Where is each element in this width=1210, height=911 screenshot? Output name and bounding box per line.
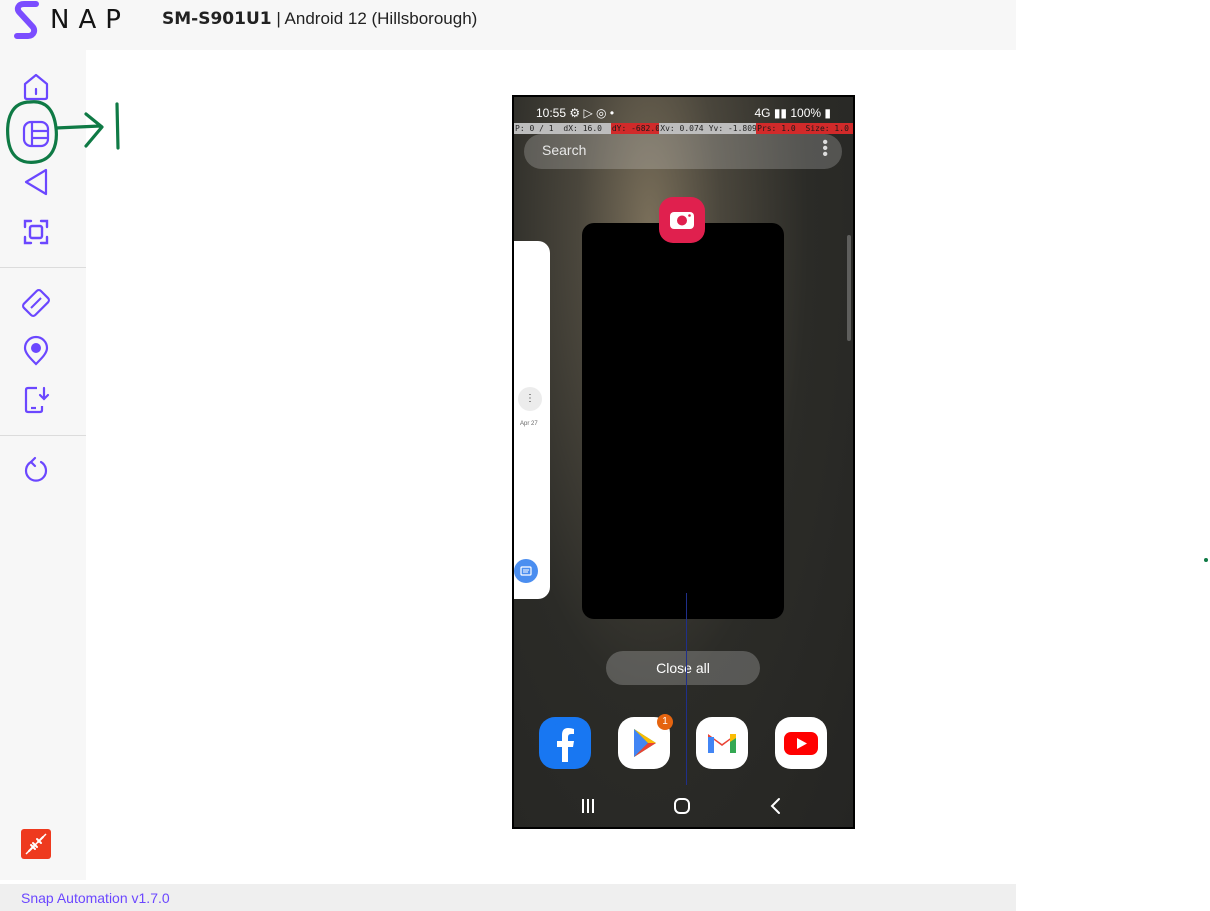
compose-fab[interactable] bbox=[514, 559, 538, 583]
back-nav-icon bbox=[770, 798, 780, 814]
sidebar bbox=[0, 50, 86, 880]
card-date: Apr 27 bbox=[520, 421, 538, 427]
screenshot-icon bbox=[23, 219, 49, 245]
facebook-icon bbox=[544, 722, 586, 764]
disconnect-icon bbox=[21, 829, 51, 859]
rotate-button[interactable] bbox=[18, 285, 54, 321]
home-nav-icon bbox=[674, 798, 690, 814]
home-button[interactable] bbox=[18, 68, 54, 104]
snap-s-logo-icon bbox=[14, 1, 39, 39]
status-right: 4G ▮▮ 100% ▮ bbox=[754, 106, 831, 120]
recent-apps-icon bbox=[22, 120, 50, 148]
refresh-button[interactable] bbox=[18, 453, 54, 489]
gmail-app-icon[interactable] bbox=[696, 717, 748, 769]
device-model: SM-S901U1 bbox=[162, 9, 272, 29]
sidebar-divider bbox=[0, 267, 86, 268]
top-bar: NAP SM-S901U1 | Android 12 (Hillsborough… bbox=[0, 0, 1016, 50]
location-button[interactable] bbox=[18, 333, 54, 369]
disconnect-button[interactable] bbox=[18, 826, 54, 862]
next-card-edge bbox=[847, 235, 851, 341]
more-options-icon[interactable]: ⋮ bbox=[518, 387, 542, 411]
home-icon bbox=[23, 73, 49, 101]
back-nav-button[interactable] bbox=[756, 792, 796, 820]
close-all-button[interactable]: Close all bbox=[606, 651, 760, 685]
back-button[interactable] bbox=[18, 164, 54, 200]
message-icon bbox=[520, 566, 532, 576]
footer-bar: Snap Automation v1.7.0 bbox=[0, 884, 1016, 911]
install-app-icon bbox=[24, 386, 50, 414]
youtube-app-icon[interactable] bbox=[775, 717, 827, 769]
recent-apps-button[interactable] bbox=[18, 116, 54, 152]
recents-nav-button[interactable] bbox=[568, 792, 608, 820]
gmail-icon bbox=[708, 734, 736, 753]
snap-logo: NAP bbox=[14, 0, 130, 40]
overlay-cell: Yv: -1.809 bbox=[707, 123, 757, 134]
camera-icon bbox=[670, 212, 694, 229]
sidebar-divider bbox=[0, 435, 86, 436]
overlay-cell: Size: 1.0 bbox=[804, 123, 853, 134]
install-app-button[interactable] bbox=[18, 382, 54, 418]
touch-trace bbox=[686, 593, 687, 785]
device-screen-mirror[interactable]: 10:55 ⚙ ▷ ◎ • 4G ▮▮ 100% ▮ P: 0 / 1 dX: 1… bbox=[512, 95, 855, 829]
search-placeholder: Search bbox=[542, 142, 587, 158]
facebook-app-icon[interactable] bbox=[539, 717, 591, 769]
device-os: Android 12 (Hillsborough) bbox=[284, 9, 478, 28]
refresh-icon bbox=[24, 456, 48, 482]
recent-app-card-left[interactable]: ⋮ Apr 27 bbox=[514, 241, 550, 599]
logo-wordmark: NAP bbox=[50, 5, 130, 35]
more-options-icon[interactable]: • • • bbox=[822, 135, 828, 163]
device-separator: | bbox=[276, 9, 281, 28]
screenshot-button[interactable] bbox=[18, 214, 54, 250]
overlay-cell: Prs: 1.0 bbox=[756, 123, 805, 134]
overlay-cell: Xv: 0.074 bbox=[659, 123, 708, 134]
recent-app-card-camera[interactable] bbox=[582, 223, 784, 619]
recents-search-bar[interactable]: Search • • • bbox=[524, 134, 842, 169]
status-time: 10:55 ⚙ ▷ ◎ • bbox=[536, 106, 615, 120]
overlay-cell: dX: 16.0 bbox=[562, 123, 611, 134]
location-icon bbox=[23, 335, 49, 366]
youtube-icon bbox=[784, 732, 818, 755]
camera-app-icon[interactable] bbox=[659, 197, 705, 243]
status-bar: 10:55 ⚙ ▷ ◎ • 4G ▮▮ 100% ▮ bbox=[514, 105, 853, 121]
rotate-icon bbox=[22, 289, 50, 317]
navigation-bar bbox=[514, 792, 853, 820]
pointer-location-overlay: P: 0 / 1 dX: 16.0 dY: -682.0 Xv: 0.074 Yv: -… bbox=[514, 123, 853, 134]
recents-nav-icon bbox=[582, 799, 594, 813]
back-icon bbox=[24, 168, 48, 196]
notification-badge: 1 bbox=[657, 714, 673, 730]
app-version: Snap Automation v1.7.0 bbox=[21, 890, 170, 906]
recents-screen: 10:55 ⚙ ▷ ◎ • 4G ▮▮ 100% ▮ P: 0 / 1 dX: 1… bbox=[514, 97, 853, 827]
overlay-cell: P: 0 / 1 bbox=[514, 123, 563, 134]
device-info: SM-S901U1 | Android 12 (Hillsborough) bbox=[162, 9, 477, 29]
overlay-cell: dY: -682.0 bbox=[610, 123, 660, 134]
home-nav-button[interactable] bbox=[662, 792, 702, 820]
app-dock: 1 bbox=[514, 714, 853, 771]
